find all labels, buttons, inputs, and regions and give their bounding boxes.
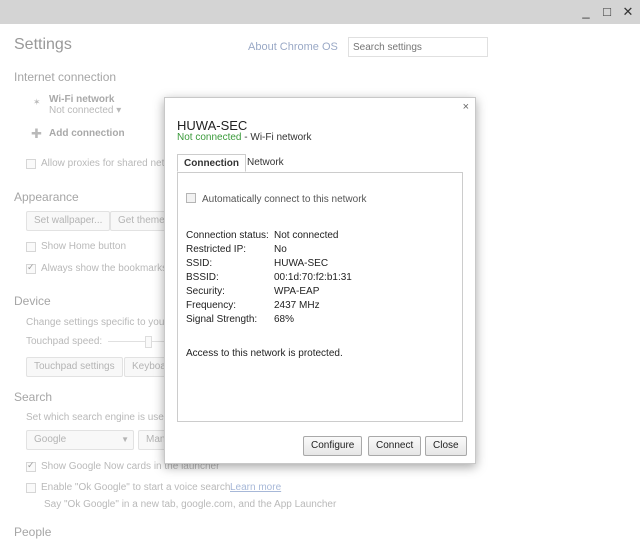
page-title: Settings — [14, 36, 72, 53]
device-description: Change settings specific to your — [26, 317, 168, 328]
add-connection-button[interactable]: Add connection — [49, 128, 125, 139]
info-label: BSSID: — [186, 272, 219, 283]
close-window-button[interactable]: ✕ — [620, 4, 636, 20]
set-wallpaper-button[interactable]: Set wallpaper... — [26, 211, 111, 231]
auto-connect-checkbox[interactable] — [186, 193, 196, 204]
appearance-heading: Appearance — [14, 190, 79, 204]
tab-network[interactable]: Network — [241, 154, 290, 172]
ok-google-hint: Say "Ok Google" in a new tab, google.com… — [44, 499, 337, 510]
configure-button[interactable]: Configure — [303, 436, 363, 456]
touchpad-speed-label: Touchpad speed: — [26, 336, 103, 347]
protected-note: Access to this network is protected. — [186, 348, 343, 359]
show-home-checkbox[interactable] — [26, 242, 36, 252]
info-label: Connection status: — [186, 230, 269, 241]
search-settings-input[interactable] — [348, 37, 488, 57]
search-heading: Search — [14, 390, 53, 404]
touchpad-speed-thumb[interactable] — [145, 336, 152, 348]
learn-more-link[interactable]: Learn more — [230, 482, 281, 493]
network-details-dialog: × HUWA-SEC Not connected - Wi-Fi network… — [164, 97, 476, 464]
info-value: WPA-EAP — [274, 286, 320, 297]
ok-google-checkbox[interactable] — [26, 483, 36, 493]
google-now-checkbox[interactable] — [26, 460, 36, 472]
info-value: Not connected — [274, 230, 339, 241]
wifi-status[interactable]: Not connected ▾ — [49, 105, 121, 116]
info-value: 68% — [274, 314, 295, 325]
network-type: - Wi-Fi network — [241, 132, 312, 143]
wifi-icon: ✶ — [33, 97, 41, 107]
wifi-network-label[interactable]: Wi-Fi network — [49, 94, 114, 105]
info-label: Signal Strength: — [186, 314, 258, 325]
network-name: HUWA-SEC — [177, 118, 248, 133]
minimize-button[interactable]: _ — [578, 4, 594, 20]
search-engine-select[interactable]: Google ▼ — [26, 430, 134, 450]
info-label: Security: — [186, 286, 225, 297]
info-label: Frequency: — [186, 300, 237, 311]
show-bookmarks-label: Always show the bookmarks — [41, 263, 168, 274]
connection-state: Not connected — [177, 132, 242, 143]
window-titlebar: _ □ ✕ — [0, 0, 640, 24]
touchpad-speed-slider[interactable] — [108, 341, 164, 342]
people-heading: People — [14, 525, 52, 539]
ok-google-label: Enable "Ok Google" to start a voice sear… — [41, 482, 234, 493]
search-description: Set which search engine is used — [26, 412, 170, 423]
close-icon[interactable]: × — [463, 101, 469, 113]
touchpad-settings-button[interactable]: Touchpad settings — [26, 357, 123, 377]
show-home-label: Show Home button — [41, 241, 127, 252]
proxy-checkbox[interactable] — [26, 159, 36, 169]
info-label: Restricted IP: — [186, 244, 247, 255]
maximize-button[interactable]: □ — [599, 4, 615, 20]
info-label: SSID: — [186, 258, 213, 269]
add-icon: ✚ — [31, 126, 42, 141]
close-button[interactable]: Close — [425, 436, 467, 456]
show-bookmarks-checkbox[interactable] — [26, 262, 36, 274]
info-value: No — [274, 244, 287, 255]
connect-button[interactable]: Connect — [368, 436, 422, 456]
auto-connect-label: Automatically connect to this network — [202, 194, 367, 205]
info-value: 00:1d:70:f2:b1:31 — [274, 272, 352, 283]
device-heading: Device — [14, 294, 51, 308]
connection-tab-panel: Automatically connect to this network Co… — [177, 172, 463, 422]
network-status-line: Not connected - Wi-Fi network — [177, 132, 312, 143]
tab-connection[interactable]: Connection — [177, 154, 246, 172]
search-engine-value: Google — [34, 434, 67, 445]
internet-connection-heading: Internet connection — [14, 70, 117, 84]
dialog-tabs: Connection Network — [177, 154, 463, 173]
info-value: 2437 MHz — [274, 300, 320, 311]
proxy-label: Allow proxies for shared net — [41, 158, 165, 169]
about-chrome-os-link[interactable]: About Chrome OS — [248, 41, 338, 53]
info-value: HUWA-SEC — [274, 258, 329, 269]
chevron-down-icon: ▼ — [121, 435, 129, 444]
auto-connect-row[interactable]: Automatically connect to this network — [186, 193, 367, 205]
